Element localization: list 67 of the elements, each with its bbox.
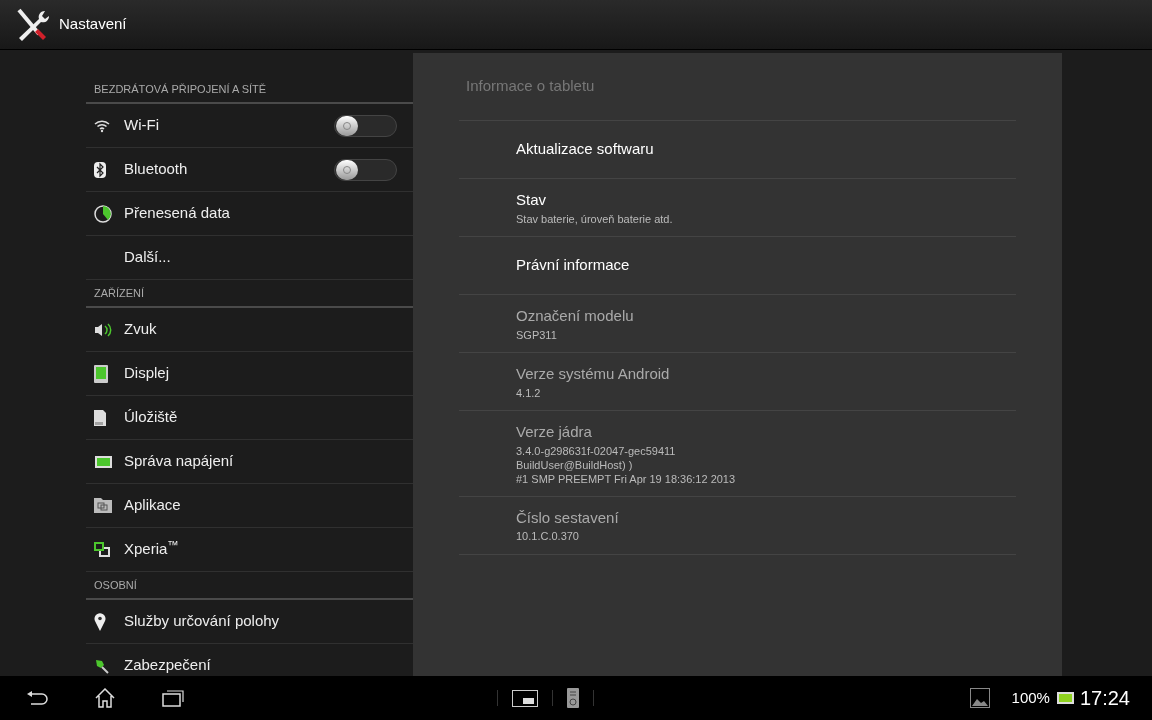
squares-icon	[94, 542, 110, 557]
toggle-switch[interactable]	[334, 114, 397, 137]
item-title: Označení modelu	[516, 306, 635, 327]
app-title: Nastavení	[59, 14, 127, 35]
item-label: Přenesená data	[124, 203, 231, 224]
item-label: Další...	[124, 247, 172, 268]
item-label: Služby určování polohy	[124, 611, 281, 632]
settings-item[interactable]: Displej	[86, 352, 413, 396]
speaker-icon	[94, 322, 112, 337]
item-label: Zvuk	[124, 319, 158, 340]
tablet-icon	[94, 364, 108, 383]
item-summary: BuildUser@BuildHost) )	[516, 458, 634, 472]
item-title: Verze systému Android	[516, 364, 671, 385]
settings-item[interactable]: Služby určování polohy	[86, 600, 413, 644]
battery-icon	[1055, 692, 1074, 704]
panel-title: Informace o tabletu	[466, 76, 595, 97]
item-label: Správa napájení	[124, 451, 235, 472]
memory-card-icon	[94, 409, 106, 426]
battery-icon	[94, 455, 112, 468]
info-item[interactable]: Stav Stav baterie, úroveň baterie atd.	[459, 179, 1016, 237]
info-item[interactable]: Právní informace	[459, 237, 1016, 295]
location-pin-icon	[94, 612, 106, 631]
settings-item[interactable]: Zvuk	[86, 308, 413, 352]
section-header: OSOBNÍ	[94, 577, 137, 593]
image-icon	[969, 688, 990, 708]
settings-item[interactable]: Správa napájení	[86, 440, 413, 484]
item-label: Zabezpečení	[124, 655, 212, 676]
item-summary: 10.1.C.0.370	[516, 530, 580, 544]
item-title: Aktualizace softwaru	[516, 139, 655, 160]
toggle-switch[interactable]	[334, 158, 397, 181]
small-window-icon[interactable]	[512, 689, 538, 707]
section-header: ZAŘÍZENÍ	[94, 285, 145, 301]
settings-item[interactable]: Bluetooth	[86, 148, 413, 192]
settings-item[interactable]: Xperia$^{™}$	[86, 528, 413, 572]
settings-item[interactable]: Wi-Fi	[86, 104, 413, 148]
recent-apps-icon[interactable]	[162, 689, 184, 707]
battery-percentage: 100%	[1011, 687, 1050, 708]
item-summary: Stav baterie, úroveň baterie atd.	[516, 212, 674, 226]
settings-item[interactable]: Aplikace	[86, 484, 413, 528]
back-icon[interactable]	[26, 690, 48, 706]
item-label: Displej	[124, 363, 170, 384]
item-summary: 4.1.2	[516, 386, 542, 400]
settings-item[interactable]: Úložiště	[86, 396, 413, 440]
key-icon	[94, 657, 110, 674]
wifi-icon	[94, 118, 110, 133]
folder-icon	[94, 498, 112, 513]
settings-item[interactable]: Přenesená data	[86, 192, 413, 236]
item-label: Wi-Fi	[124, 115, 160, 136]
item-label: Aplikace	[124, 495, 182, 516]
item-summary: SGP311	[516, 328, 558, 342]
item-summary: #1 SMP PREEMPT Fri Apr 19 18:36:12 2013	[516, 472, 737, 486]
item-label: Xperia$^{™}$	[124, 538, 180, 560]
item-label: Bluetooth	[124, 159, 189, 180]
item-title: Číslo sestavení	[516, 507, 620, 528]
remote-control-icon[interactable]	[567, 688, 579, 708]
clock-time: 17:24	[1079, 686, 1130, 711]
bluetooth-icon	[94, 161, 106, 178]
item-title: Stav	[516, 190, 547, 211]
pie-chart-icon	[94, 204, 112, 223]
item-title: Verze jádra	[516, 422, 593, 442]
info-item[interactable]: Aktualizace softwaru	[459, 121, 1016, 179]
tools-icon[interactable]	[15, 7, 51, 42]
item-label: Úložiště	[124, 407, 179, 428]
home-icon[interactable]	[94, 688, 116, 708]
item-summary: 3.4.0-g298631f-02047-gec59411	[516, 444, 677, 458]
item-title: Právní informace	[516, 255, 631, 276]
section-header: BEZDRÁTOVÁ PŘIPOJENÍ A SÍTĚ	[94, 81, 267, 97]
